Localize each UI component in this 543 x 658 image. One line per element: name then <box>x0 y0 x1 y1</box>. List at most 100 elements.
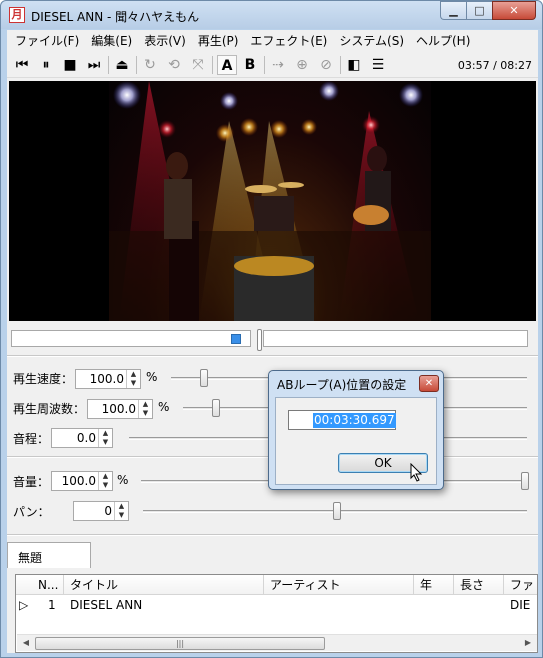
spin-down-icon[interactable]: ▼ <box>139 409 152 418</box>
pitch-label: 音程： <box>13 432 50 446</box>
explorer-icon: ◧ <box>347 57 361 73</box>
playing-marker-icon: ▷ <box>19 598 29 612</box>
eject-button[interactable]: ⏏ <box>112 55 132 75</box>
toolbar-separator <box>340 56 341 74</box>
playlist-tab-label: 無題 <box>18 551 43 565</box>
main-window: 月 DIESEL ANN - 聞々ハヤえもん ▁ □ ✕ ファイル(F) 編集(… <box>0 0 543 658</box>
volume-spinbox[interactable]: 100.0 ▲ ▼ <box>51 471 113 491</box>
column-header-artist[interactable]: アーティスト <box>264 575 414 595</box>
row-length <box>454 595 504 615</box>
menu-bar: ファイル(F) 編集(E) 表示(V) 再生(P) エフェクト(E) システム(… <box>7 30 538 51</box>
spin-up-icon[interactable]: ▲ <box>127 370 140 379</box>
column-header-title[interactable]: タイトル <box>64 575 264 595</box>
column-header-number[interactable]: N... <box>32 575 64 595</box>
marker-play-icon: ⇢ <box>272 57 284 73</box>
ab-loop-b-icon: B <box>244 57 256 73</box>
maximize-button[interactable]: □ <box>466 1 492 20</box>
menu-system[interactable]: システム(S) <box>333 31 410 51</box>
pan-slider-thumb[interactable] <box>333 502 341 520</box>
frequency-slider-thumb[interactable] <box>212 399 220 417</box>
menu-file[interactable]: ファイル(F) <box>9 31 85 51</box>
spin-up-icon[interactable]: ▲ <box>139 400 152 409</box>
row-title: DIESEL ANN <box>70 598 143 612</box>
spin-up-icon[interactable]: ▲ <box>99 429 112 438</box>
minimize-button[interactable]: ▁ <box>440 1 466 20</box>
ab-loop-b-button[interactable]: B <box>240 55 260 75</box>
title-bar[interactable]: 月 DIESEL ANN - 聞々ハヤえもん ▁ □ ✕ <box>1 1 542 29</box>
time-display: 03:57 / 08:27 <box>457 59 532 72</box>
seek-thumb[interactable] <box>257 329 262 351</box>
toolbar-separator <box>212 56 213 74</box>
random-button[interactable]: ⤧ <box>188 55 208 75</box>
table-row[interactable]: ▷ 1 DIESEL ANN DIE <box>16 595 537 615</box>
spin-down-icon[interactable]: ▼ <box>99 438 112 447</box>
next-icon: ⏭ <box>87 57 101 73</box>
loop-one-button[interactable]: ↻ <box>140 55 160 75</box>
video-area[interactable] <box>9 81 536 321</box>
previous-icon: ⏮ <box>15 57 29 73</box>
ab-loop-a-icon: A <box>221 58 233 74</box>
speed-spinbox[interactable]: 100.0 ▲ ▼ <box>75 369 141 389</box>
spin-down-icon[interactable]: ▼ <box>115 511 128 520</box>
pan-spinbox[interactable]: 0 ▲ ▼ <box>73 501 129 521</box>
menu-help[interactable]: ヘルプ(H) <box>410 31 476 51</box>
dialog-close-button[interactable]: ✕ <box>419 375 439 392</box>
video-frame <box>109 81 431 321</box>
ab-loop-a-marker[interactable] <box>231 334 241 344</box>
speed-spin-arrows[interactable]: ▲ ▼ <box>126 370 140 388</box>
spin-up-icon[interactable]: ▲ <box>99 472 112 481</box>
playlist-tab[interactable]: 無題 <box>7 542 91 568</box>
marker-play-button[interactable]: ⇢ <box>268 55 288 75</box>
menu-edit[interactable]: 編集(E) <box>85 31 138 51</box>
close-button[interactable]: ✕ <box>492 1 536 20</box>
frequency-spin-arrows[interactable]: ▲ ▼ <box>138 400 152 418</box>
column-header-length[interactable]: 長さ <box>454 575 504 595</box>
ab-loop-a-button[interactable]: A <box>217 55 237 75</box>
speed-unit: % <box>146 370 158 384</box>
scrollbar-thumb[interactable]: ||| <box>35 637 325 650</box>
menu-effect[interactable]: エフェクト(E) <box>244 31 333 51</box>
position-input-value: 00:03:30.697 <box>313 413 396 428</box>
pitch-spinbox[interactable]: 0.0 ▲ ▼ <box>51 428 113 448</box>
column-header-file[interactable]: ファ <box>504 575 537 595</box>
previous-button[interactable]: ⏮ <box>12 55 32 75</box>
column-header-year[interactable]: 年 <box>414 575 454 595</box>
volume-spin-arrows[interactable]: ▲ ▼ <box>98 472 112 490</box>
speed-slider-thumb[interactable] <box>200 369 208 387</box>
app-icon[interactable]: 月 <box>9 7 25 23</box>
scroll-left-icon[interactable]: ◀ <box>19 637 33 649</box>
marker-remove-button[interactable]: ⊘ <box>316 55 336 75</box>
eject-icon: ⏏ <box>115 57 129 73</box>
pause-button[interactable]: ⏸ <box>36 55 56 75</box>
client-area: ファイル(F) 編集(E) 表示(V) 再生(P) エフェクト(E) システム(… <box>7 30 538 653</box>
divider <box>7 535 538 536</box>
seek-played-region[interactable] <box>11 330 251 347</box>
grip-icon: ||| <box>175 639 185 648</box>
spin-down-icon[interactable]: ▼ <box>99 481 112 490</box>
playlist-icon: ☰ <box>371 57 385 73</box>
next-button[interactable]: ⏭ <box>84 55 104 75</box>
spin-down-icon[interactable]: ▼ <box>127 379 140 388</box>
seek-remaining-region[interactable] <box>263 330 528 347</box>
loop-all-icon: ⟲ <box>168 57 180 73</box>
scroll-right-icon[interactable]: ▶ <box>521 637 535 649</box>
stop-button[interactable]: ■ <box>60 55 80 75</box>
menu-play[interactable]: 再生(P) <box>192 31 245 51</box>
marker-add-button[interactable]: ⊕ <box>292 55 312 75</box>
position-input[interactable]: 00:03:30.697 <box>288 410 396 430</box>
horizontal-scrollbar[interactable]: ◀ ||| ▶ <box>17 634 537 651</box>
pan-value: 0 <box>104 504 112 518</box>
spin-up-icon[interactable]: ▲ <box>115 502 128 511</box>
pitch-spin-arrows[interactable]: ▲ ▼ <box>98 429 112 447</box>
pitch-value: 0.0 <box>76 431 96 445</box>
explorer-button[interactable]: ◧ <box>344 55 364 75</box>
playlist-table: N... タイトル アーティスト 年 長さ ファ ▷ 1 DIESEL ANN … <box>15 574 538 653</box>
pan-spin-arrows[interactable]: ▲ ▼ <box>114 502 128 520</box>
menu-view[interactable]: 表示(V) <box>138 31 192 51</box>
seek-bar[interactable] <box>7 325 538 355</box>
stop-icon: ■ <box>63 57 77 73</box>
playlist-toggle-button[interactable]: ☰ <box>368 55 388 75</box>
loop-all-button[interactable]: ⟲ <box>164 55 184 75</box>
frequency-spinbox[interactable]: 100.0 ▲ ▼ <box>87 399 153 419</box>
volume-slider-thumb[interactable] <box>521 472 529 490</box>
